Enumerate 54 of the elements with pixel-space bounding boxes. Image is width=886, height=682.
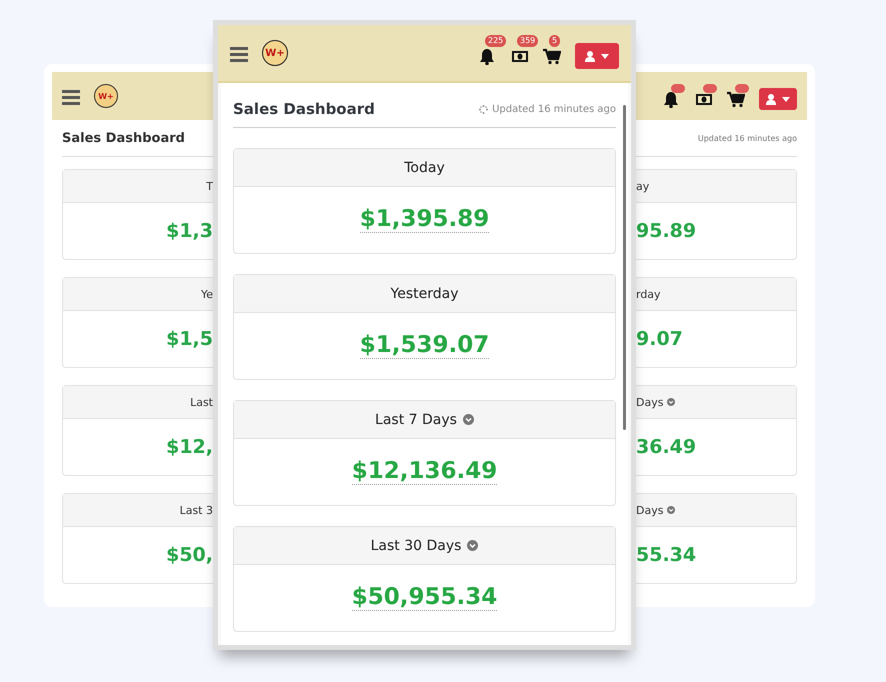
spinner-icon bbox=[479, 104, 488, 114]
user-menu-button[interactable] bbox=[759, 88, 797, 110]
sales-value: $50, bbox=[165, 544, 213, 566]
chevron-icon[interactable] bbox=[462, 414, 474, 425]
chevron-icon[interactable] bbox=[667, 398, 676, 406]
page-title: Sales Dashboard bbox=[62, 130, 185, 146]
cart-icon[interactable] bbox=[727, 90, 745, 108]
sales-value[interactable]: $1,539.07 bbox=[360, 332, 490, 360]
card-label: Last 7 Days bbox=[375, 412, 457, 428]
badge: 225 bbox=[485, 34, 506, 46]
card-label: Last 3 bbox=[178, 504, 213, 516]
chevron-icon[interactable] bbox=[467, 540, 478, 551]
caret-icon bbox=[601, 54, 609, 58]
sales-value[interactable]: $50,955.34 bbox=[352, 584, 498, 612]
caret-icon bbox=[782, 96, 790, 102]
logo: W+ bbox=[262, 40, 288, 66]
cart-icon[interactable] bbox=[543, 48, 561, 64]
card-label: Days bbox=[636, 504, 664, 516]
card-label: Today bbox=[404, 160, 445, 176]
card-label: Last bbox=[189, 396, 213, 408]
sales-value: $1,5 bbox=[165, 328, 213, 350]
chevron-icon[interactable] bbox=[667, 506, 676, 514]
card-label: ay bbox=[636, 180, 650, 192]
card-label: Last 30 Days bbox=[370, 538, 462, 554]
bell-icon[interactable] bbox=[479, 48, 497, 64]
sales-value: 9.07 bbox=[636, 328, 683, 350]
user-menu-button[interactable] bbox=[575, 43, 619, 69]
badge bbox=[703, 84, 717, 92]
sales-value[interactable]: $12,136.49 bbox=[352, 458, 498, 486]
sales-value: 36.49 bbox=[636, 436, 696, 458]
user-icon bbox=[766, 94, 776, 104]
badge bbox=[735, 84, 749, 92]
updated-text: Updated 16 minutes ago bbox=[698, 134, 797, 142]
sales-value: 95.89 bbox=[636, 220, 696, 242]
sales-value: $1,3 bbox=[165, 220, 213, 242]
user-icon bbox=[585, 50, 595, 62]
card-label: Days bbox=[636, 396, 664, 408]
logo: W+ bbox=[94, 84, 118, 108]
badge bbox=[671, 84, 685, 92]
card-label: Ye bbox=[200, 288, 213, 300]
card-label: rday bbox=[636, 288, 661, 300]
card-label: T bbox=[205, 180, 213, 192]
sales-value: 55.34 bbox=[636, 544, 696, 566]
bell-icon[interactable] bbox=[663, 90, 681, 108]
menu-icon[interactable] bbox=[230, 44, 248, 62]
scrollbar[interactable] bbox=[623, 105, 626, 430]
menu-icon[interactable] bbox=[62, 88, 80, 104]
page-title: Sales Dashboard bbox=[233, 100, 375, 118]
badge: 5 bbox=[549, 34, 560, 46]
badge: 359 bbox=[517, 34, 538, 46]
sales-value: $12, bbox=[165, 436, 213, 458]
updated-text: Updated 16 minutes ago bbox=[492, 104, 616, 114]
card-label: Yesterday bbox=[390, 286, 458, 302]
sales-value[interactable]: $1,395.89 bbox=[360, 206, 490, 234]
